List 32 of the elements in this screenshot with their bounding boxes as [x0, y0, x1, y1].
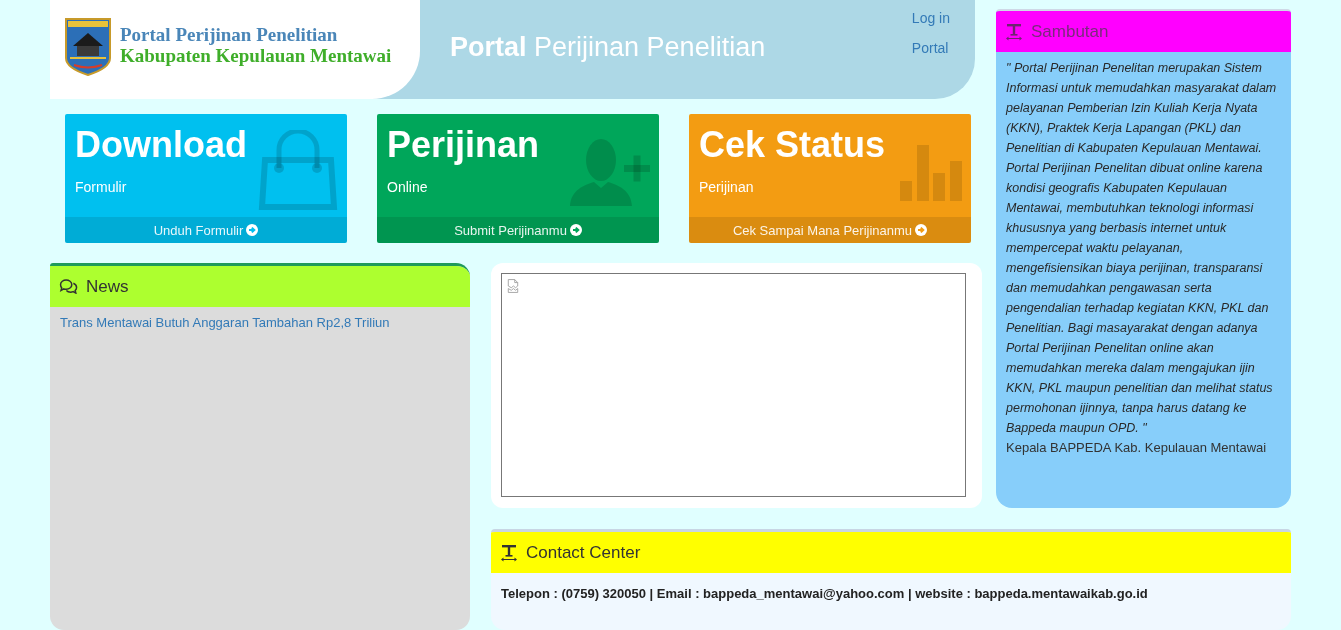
logo-title: Portal Perijinan Penelitian — [120, 24, 339, 45]
quote-author: Kepala BAPPEDA Kab. Kepulauan Mentawai — [1006, 439, 1268, 457]
contact-info: Telepon : (0759) 320050 | Email : bappeda_mentawai@yahoo.com | website : bappeda.mentawaikab.go.id — [501, 585, 1149, 603]
news-link[interactable]: Trans Mentawai Butuh Anggaran Tambahan Rp2,8 Triliun — [60, 314, 460, 332]
panel-title: News — [86, 276, 129, 297]
logo-subtitle: Kabupaten Kepulauan Mentawai — [120, 45, 392, 66]
tile-link[interactable]: Unduh Formulir — [65, 217, 347, 243]
tile-title: Perijinan — [387, 123, 540, 167]
tile-subtitle: Perijinan — [699, 178, 755, 197]
nav-link[interactable]: Portal — [911, 33, 949, 63]
tile-title: Cek Status — [699, 123, 886, 167]
tile-subtitle: Online — [387, 178, 429, 197]
shield-emblem-icon — [65, 18, 111, 76]
comments-icon — [59, 279, 78, 294]
arrow-circle-icon — [569, 224, 582, 236]
tile-link[interactable]: Submit Perijinanmu — [377, 217, 659, 243]
broken-image-icon — [507, 279, 519, 293]
bar-chart-icon — [900, 144, 962, 201]
arrow-circle-icon — [246, 224, 259, 236]
add-user-icon — [568, 137, 650, 206]
tile-subtitle: Formulir — [75, 178, 128, 197]
tile-title: Download — [75, 123, 247, 167]
text-width-icon — [1005, 22, 1023, 41]
arrow-circle-icon — [915, 224, 928, 236]
panel-title: Contact Center — [526, 542, 641, 563]
text-width-icon — [500, 543, 518, 562]
welcome-quote: " Portal Perijinan Penelitan merupakan Sistem Informasi untuk memudahkan masyarakat dalam pelayanan Pemberian Izin Kuliah Kerja Nyata (KKN), Praktek Kerja Lapangan (PKL) dan Penelitian di Kabupaten Kepulauan Mentawai. Portal Perijinan Penelitan dibuat online karena kondisi geografis Kabupaten Kepulauan Mentawai, membutuhkan teknologi informasi khususnya yang berbasis internet untuk mempercepat waktu pelayanan, mengefisiensikan biaya perijinan, transparansi dan memudahkan pengawasan serta pengendalian terhadap kegiatan KKN, PKL dan Penelitian. Bagi masayarakat dengan adanya Portal Perijinan Penelitan online akan memudahkan mereka dalam mengajukan ijin KKN, PKL maupun penelitian dan melihat status permohonan ijinnya, tanpa harus datang ke Bappeda maupun OPD. " — [1006, 60, 1278, 437]
panel-title: Sambutan — [1031, 21, 1109, 42]
nav-link[interactable]: Log in — [911, 3, 950, 33]
shopping-bag-icon — [258, 129, 338, 210]
tile-link[interactable]: Cek Sampai Mana Perijinanmu — [689, 217, 971, 243]
site-title: Portal Perijinan Penelitian — [450, 32, 766, 64]
